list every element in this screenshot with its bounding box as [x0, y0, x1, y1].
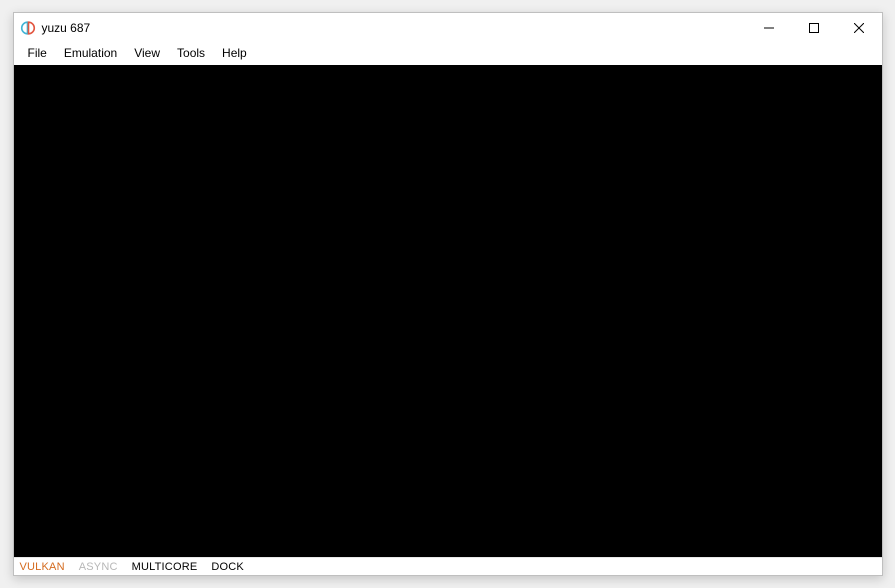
- titlebar[interactable]: yuzu 687: [14, 13, 882, 43]
- status-dock[interactable]: DOCK: [211, 561, 244, 573]
- maximize-button[interactable]: [792, 13, 837, 43]
- status-multicore[interactable]: MULTICORE: [132, 561, 198, 573]
- emulator-viewport[interactable]: [14, 65, 882, 557]
- application-window: yuzu 687 File Emulation View Tools Help …: [13, 12, 883, 576]
- menu-tools[interactable]: Tools: [170, 44, 212, 62]
- titlebar-left: yuzu 687: [20, 20, 91, 36]
- close-button[interactable]: [837, 13, 882, 43]
- menu-help[interactable]: Help: [215, 44, 254, 62]
- window-controls: [747, 13, 882, 43]
- menubar: File Emulation View Tools Help: [14, 43, 882, 65]
- status-async[interactable]: ASYNC: [79, 561, 118, 573]
- yuzu-icon: [20, 20, 36, 36]
- window-title: yuzu 687: [42, 21, 91, 35]
- menu-view[interactable]: View: [127, 44, 167, 62]
- menu-file[interactable]: File: [21, 44, 54, 62]
- status-vulkan[interactable]: VULKAN: [20, 561, 65, 573]
- minimize-button[interactable]: [747, 13, 792, 43]
- statusbar: VULKAN ASYNC MULTICORE DOCK: [14, 557, 882, 575]
- menu-emulation[interactable]: Emulation: [57, 44, 124, 62]
